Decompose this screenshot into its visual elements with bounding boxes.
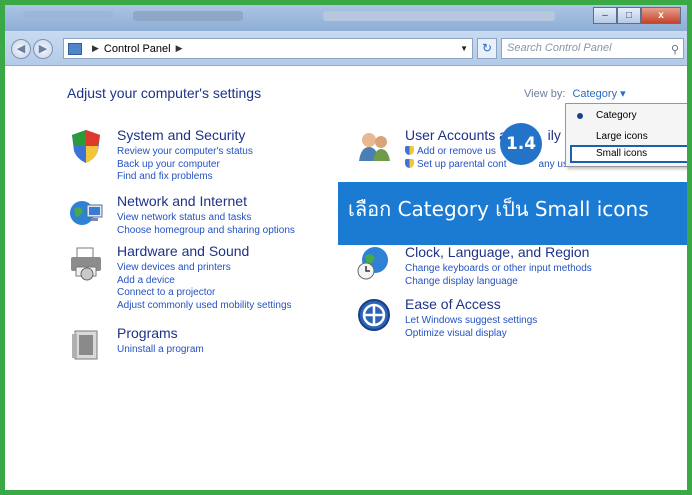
menu-item-large-icons[interactable]: Large icons (566, 128, 687, 146)
search-input[interactable]: Search Control Panel ⚲ (501, 38, 684, 59)
category-clock-language-region: Clock, Language, and Region Change keybo… (355, 244, 635, 288)
minimize-button[interactable]: – (593, 7, 617, 24)
menu-item-small-icons[interactable]: Small icons (570, 145, 687, 163)
task-link[interactable]: Let Windows suggest settings (405, 315, 537, 328)
back-arrow-icon[interactable]: ◀ (11, 39, 31, 59)
menu-item-category[interactable]: Category (566, 107, 687, 125)
task-link[interactable]: View network status and tasks (117, 212, 295, 225)
task-link[interactable]: Add or remove us (405, 146, 574, 159)
task-link[interactable]: Adjust commonly used mobility settings (117, 300, 292, 313)
category-network-internet: Network and Internet View network status… (67, 193, 317, 237)
breadcrumb-arrow-icon: ▶ (175, 43, 183, 53)
breadcrumb-arrow-icon: ▶ (92, 43, 99, 53)
menu-item-label: Small icons (596, 148, 648, 159)
globe-network-icon (70, 201, 103, 225)
address-row: ◀ ▶ ▶ Control Panel ▶ ▼ ↻ Search Control… (5, 31, 687, 66)
category-ease-of-access: Ease of Access Let Windows suggest setti… (355, 296, 605, 340)
task-link[interactable]: Review your computer's status (117, 146, 253, 159)
ease-of-access-icon (358, 299, 390, 331)
close-button[interactable]: x (641, 7, 681, 24)
category-system-security: System and Security Review your computer… (67, 127, 317, 183)
forward-arrow-icon[interactable]: ▶ (33, 39, 53, 59)
view-by-dropdown[interactable]: Category ▾ (572, 88, 625, 100)
step-badge: 1.4 (500, 123, 542, 165)
task-link[interactable]: Find and fix problems (117, 171, 253, 184)
uac-shield-icon (405, 146, 414, 155)
search-icon[interactable]: ⚲ (671, 41, 679, 60)
task-link[interactable]: Change keyboards or other input methods (405, 263, 592, 276)
address-bar[interactable]: ▶ Control Panel ▶ ▼ (63, 38, 473, 59)
control-panel-icon (68, 42, 82, 55)
task-link[interactable]: Optimize visual display (405, 328, 537, 341)
programs-icon (72, 330, 98, 360)
task-link[interactable]: Back up your computer (117, 159, 253, 172)
blurred-tabs (23, 11, 113, 21)
breadcrumb-control-panel[interactable]: Control Panel (104, 43, 171, 55)
menu-item-label: Category (596, 110, 637, 121)
refresh-icon[interactable]: ↻ (477, 38, 497, 59)
category-title[interactable]: User Accounts arily Sa (405, 127, 582, 143)
uac-shield-icon (405, 158, 414, 168)
blurred-tabs (133, 11, 243, 21)
view-by: View by: Category ▾ (524, 87, 626, 100)
task-link[interactable]: Connect to a projector (117, 287, 292, 300)
category-title[interactable]: Programs (117, 325, 178, 341)
category-title-part: User Accounts ar (405, 127, 512, 143)
category-programs: Programs Uninstall a program (67, 325, 317, 369)
radio-selected-icon (577, 113, 583, 119)
category-hardware-sound: Hardware and Sound View devices and prin… (67, 243, 327, 311)
page-title: Adjust your computer's settings (67, 85, 262, 101)
menu-item-label: Large icons (596, 131, 648, 142)
chevron-down-icon[interactable]: ▼ (460, 44, 468, 53)
task-link[interactable]: Uninstall a program (117, 344, 204, 357)
control-panel-window: – □ x ◀ ▶ ▶ Control Panel ▶ ▼ ↻ Search C… (0, 0, 692, 495)
category-title[interactable]: Hardware and Sound (117, 243, 249, 259)
blurred-tabs (323, 11, 555, 21)
shield-icon (72, 130, 100, 163)
category-title[interactable]: Network and Internet (117, 193, 247, 209)
users-icon (359, 133, 390, 161)
maximize-button[interactable]: □ (617, 7, 641, 24)
task-link-text: Add or remove us (417, 146, 496, 157)
title-bar[interactable]: – □ x (5, 5, 687, 31)
task-link-text: Set up parental cont (417, 158, 507, 170)
category-title[interactable]: Ease of Access (405, 296, 501, 312)
view-by-label: View by: (524, 88, 566, 100)
task-link[interactable]: Add a device (117, 275, 292, 288)
task-link[interactable]: Set up parental cont any use (405, 158, 574, 172)
task-link[interactable]: Change display language (405, 276, 592, 289)
clock-globe-icon (357, 247, 388, 280)
category-title[interactable]: System and Security (117, 127, 245, 143)
category-title[interactable]: Clock, Language, and Region (405, 244, 589, 260)
task-link[interactable]: View devices and printers (117, 262, 292, 275)
search-placeholder: Search Control Panel (507, 42, 612, 54)
printer-icon (71, 247, 101, 281)
task-link[interactable]: Choose homegroup and sharing options (117, 225, 295, 238)
view-by-menu: Category Large icons Small icons (565, 103, 687, 167)
window-controls: – □ x (593, 7, 681, 24)
instruction-banner: เลือก Category เป็น Small icons (338, 182, 687, 245)
